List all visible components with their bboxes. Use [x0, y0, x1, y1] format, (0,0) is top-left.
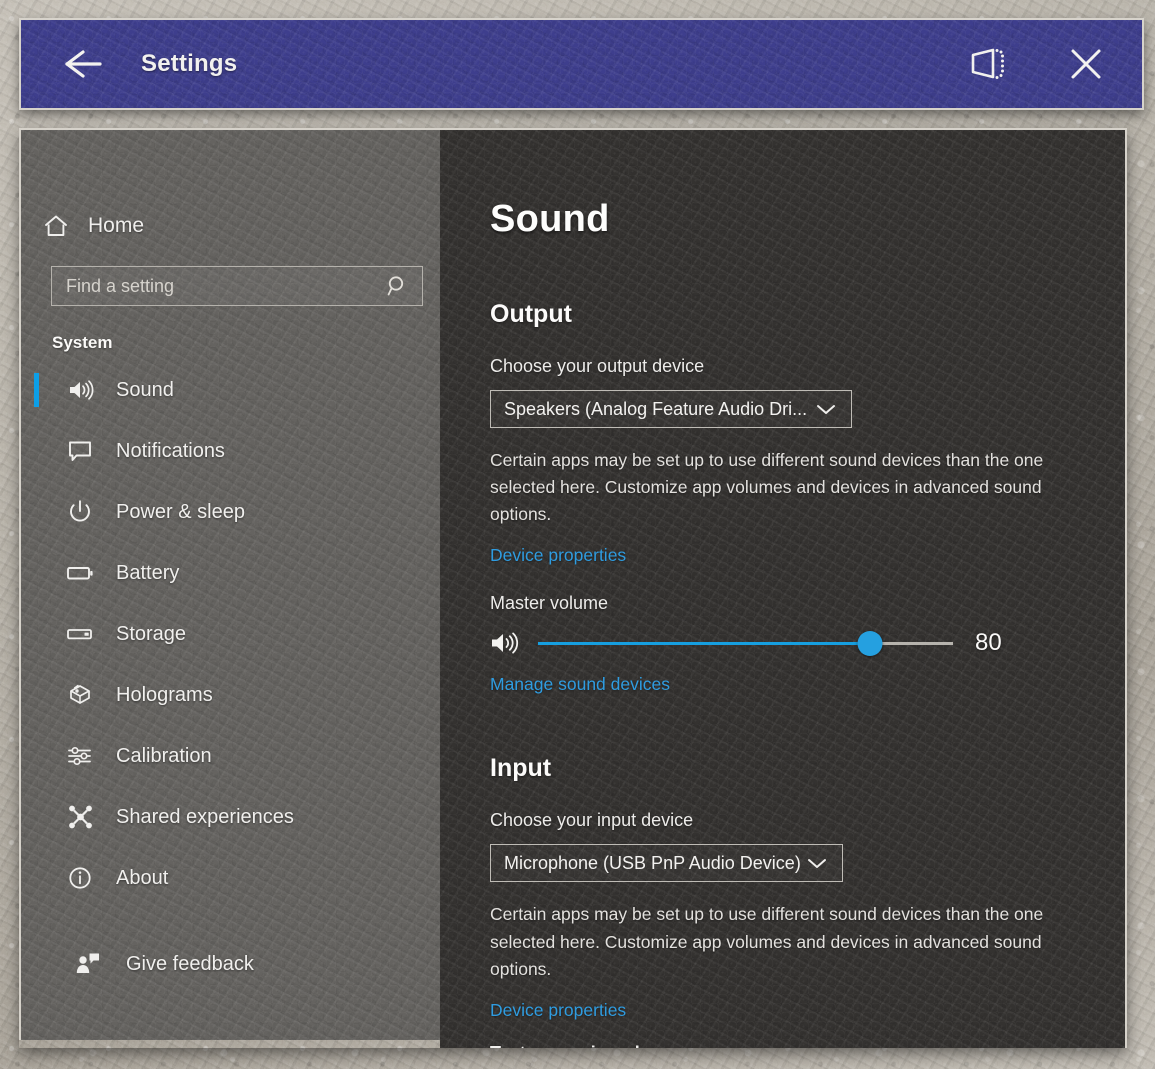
- sidebar-item-power-sleep[interactable]: Power & sleep: [21, 493, 440, 531]
- chevron-down-icon: [806, 856, 842, 870]
- power-icon: [63, 499, 97, 525]
- follow-me-button[interactable]: [956, 32, 1020, 96]
- wall-background: Settings: [0, 0, 1155, 1069]
- master-volume-slider[interactable]: [538, 629, 953, 657]
- holograms-icon: [63, 682, 97, 708]
- output-device-properties-link[interactable]: Device properties: [490, 545, 626, 566]
- master-volume-slider-row: 80: [490, 629, 1015, 657]
- close-button[interactable]: [1054, 32, 1118, 96]
- battery-icon: [63, 564, 97, 582]
- sidebar-item-storage[interactable]: Storage: [21, 615, 440, 653]
- sidebar-item-home[interactable]: Home: [39, 208, 440, 244]
- sidebar-item-storage-label: Storage: [116, 623, 186, 646]
- output-device-label: Choose your output device: [490, 356, 1125, 377]
- input-section-heading: Input: [490, 754, 1125, 783]
- sidebar-item-give-feedback-label: Give feedback: [126, 953, 254, 976]
- home-icon: [39, 213, 73, 239]
- search-icon[interactable]: [386, 274, 422, 298]
- sidebar-item-about-label: About: [116, 867, 168, 890]
- info-icon: [63, 865, 97, 891]
- settings-content-pane: Sound Output Choose your output device S…: [440, 128, 1127, 1048]
- input-device-dropdown[interactable]: Microphone (USB PnP Audio Device): [490, 844, 843, 882]
- sidebar-item-notifications[interactable]: Notifications: [21, 432, 440, 470]
- input-device-properties-link[interactable]: Device properties: [490, 1000, 626, 1021]
- speaker-icon: [63, 378, 97, 402]
- follow-me-icon: [968, 46, 1008, 82]
- selection-indicator: [34, 373, 39, 407]
- sidebar-item-about[interactable]: About: [21, 859, 440, 897]
- search-field-wrapper[interactable]: [51, 266, 423, 306]
- sidebar-item-battery[interactable]: Battery: [21, 554, 440, 592]
- sliders-icon: [63, 744, 97, 768]
- master-volume-value: 80: [975, 629, 1015, 657]
- input-description: Certain apps may be set up to use differ…: [490, 901, 1068, 982]
- master-volume-label: Master volume: [490, 593, 1125, 614]
- sidebar-item-shared-experiences-label: Shared experiences: [116, 806, 294, 829]
- manage-sound-devices-link[interactable]: Manage sound devices: [490, 674, 670, 695]
- sidebar-item-home-label: Home: [88, 214, 144, 238]
- sidebar-item-shared-experiences[interactable]: Shared experiences: [21, 798, 440, 836]
- notification-balloon-icon: [63, 439, 97, 463]
- shared-experiences-icon: [63, 804, 97, 830]
- sidebar-item-sound[interactable]: Sound: [21, 371, 440, 409]
- sidebar-item-notifications-label: Notifications: [116, 440, 225, 463]
- sidebar-item-sound-label: Sound: [116, 379, 174, 402]
- output-device-dropdown[interactable]: Speakers (Analog Feature Audio Dri...: [490, 390, 852, 428]
- input-device-value: Microphone (USB PnP Audio Device): [491, 853, 801, 874]
- output-device-value: Speakers (Analog Feature Audio Dri...: [491, 399, 807, 420]
- speaker-icon[interactable]: [490, 630, 524, 656]
- slider-thumb[interactable]: [858, 631, 883, 656]
- sidebar-group-title: System: [52, 333, 440, 353]
- sidebar-nav-list: Sound Notifications: [21, 371, 440, 983]
- sidebar-item-holograms-label: Holograms: [116, 684, 213, 707]
- storage-icon: [63, 626, 97, 642]
- slider-fill: [538, 642, 870, 645]
- input-device-label: Choose your input device: [490, 810, 1125, 831]
- sidebar-item-power-sleep-label: Power & sleep: [116, 501, 245, 524]
- settings-sidebar: Home System: [19, 128, 440, 1040]
- test-microphone-label: Test your microphone: [490, 1043, 1125, 1048]
- window-title: Settings: [141, 50, 237, 78]
- sidebar-item-calibration-label: Calibration: [116, 745, 212, 768]
- chevron-down-icon: [815, 402, 851, 416]
- sidebar-item-give-feedback[interactable]: Give feedback: [21, 945, 440, 983]
- feedback-person-icon: [71, 951, 105, 977]
- window-title-bar: Settings: [19, 18, 1144, 110]
- output-description: Certain apps may be set up to use differ…: [490, 447, 1068, 528]
- page-title: Sound: [490, 198, 1125, 241]
- settings-window-body: Home System: [19, 128, 1127, 1048]
- sidebar-item-battery-label: Battery: [116, 562, 179, 585]
- back-arrow-icon: [60, 47, 104, 81]
- output-section-heading: Output: [490, 300, 1125, 329]
- close-icon: [1067, 45, 1105, 83]
- back-button[interactable]: [43, 32, 121, 96]
- search-input[interactable]: [52, 276, 386, 297]
- sidebar-item-holograms[interactable]: Holograms: [21, 676, 440, 714]
- sidebar-item-calibration[interactable]: Calibration: [21, 737, 440, 775]
